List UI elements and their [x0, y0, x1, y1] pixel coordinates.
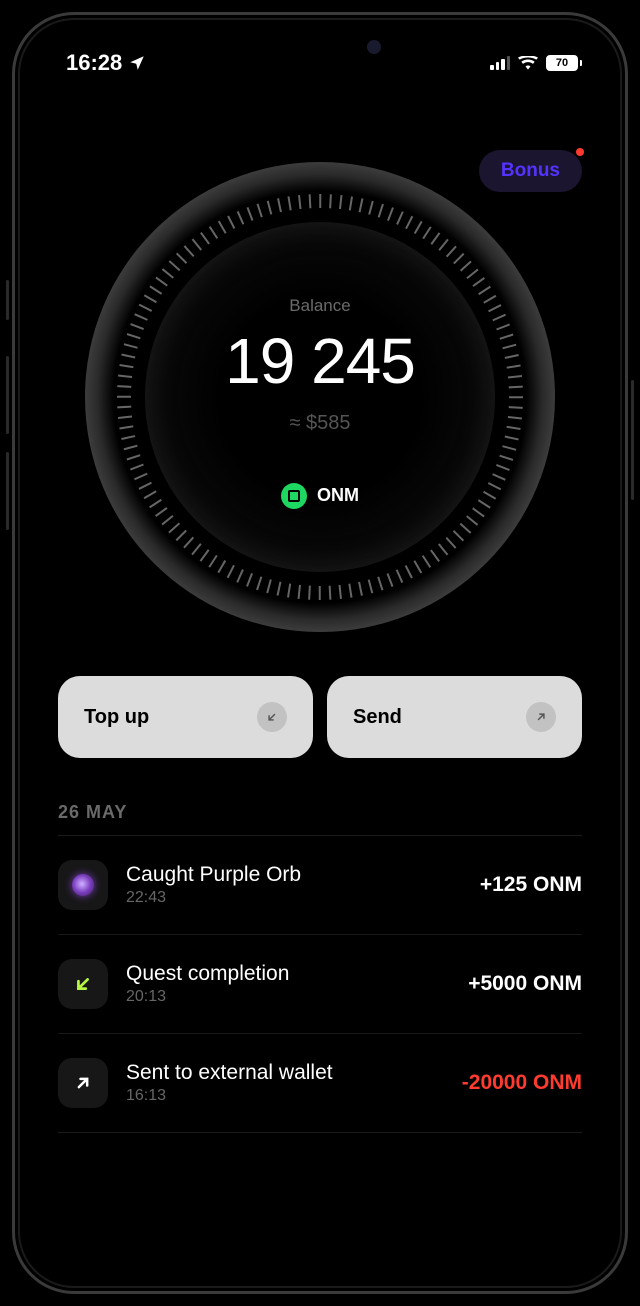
wifi-icon — [518, 56, 538, 70]
transactions-list: Caught Purple Orb 22:43 +125 ONM Quest c… — [58, 835, 582, 1133]
bonus-button[interactable]: Bonus — [479, 150, 582, 192]
topup-label: Top up — [84, 706, 149, 729]
arrow-down-left-icon — [257, 702, 287, 732]
cellular-icon — [490, 56, 510, 70]
transaction-time: 20:13 — [126, 988, 450, 1006]
transaction-row[interactable]: Quest completion 20:13 +5000 ONM — [58, 935, 582, 1034]
send-label: Send — [353, 706, 402, 729]
battery-icon: 70 — [546, 55, 582, 71]
send-button[interactable]: Send — [327, 676, 582, 758]
transaction-amount: +125 ONM — [480, 873, 582, 897]
balance-dial: Balance 19 245 ≈ $585 ONM — [85, 162, 555, 632]
transaction-title: Caught Purple Orb — [126, 863, 462, 887]
token-icon — [281, 483, 307, 509]
balance-label: Balance — [289, 296, 350, 316]
bonus-label: Bonus — [501, 160, 560, 181]
token-name: ONM — [317, 485, 359, 506]
bonus-notification-dot — [576, 148, 584, 156]
transaction-title: Sent to external wallet — [126, 1061, 444, 1085]
transaction-amount: +5000 ONM — [468, 972, 582, 996]
transaction-title: Quest completion — [126, 962, 450, 986]
transaction-row[interactable]: Caught Purple Orb 22:43 +125 ONM — [58, 836, 582, 935]
transaction-time: 22:43 — [126, 889, 462, 907]
status-time: 16:28 — [66, 50, 146, 76]
transactions-date: 26 MAY — [58, 802, 582, 823]
transaction-time: 16:13 — [126, 1087, 444, 1105]
transaction-row[interactable]: Sent to external wallet 16:13 -20000 ONM — [58, 1034, 582, 1133]
transaction-amount: -20000 ONM — [462, 1071, 582, 1095]
token-chip[interactable]: ONM — [281, 483, 359, 509]
balance-amount: 19 245 — [225, 324, 415, 398]
quest-arrow-icon — [58, 959, 108, 1009]
sent-arrow-icon — [58, 1058, 108, 1108]
location-icon — [128, 54, 146, 72]
arrow-up-right-icon — [526, 702, 556, 732]
balance-usd: ≈ $585 — [289, 412, 350, 435]
topup-button[interactable]: Top up — [58, 676, 313, 758]
orb-icon — [58, 860, 108, 910]
